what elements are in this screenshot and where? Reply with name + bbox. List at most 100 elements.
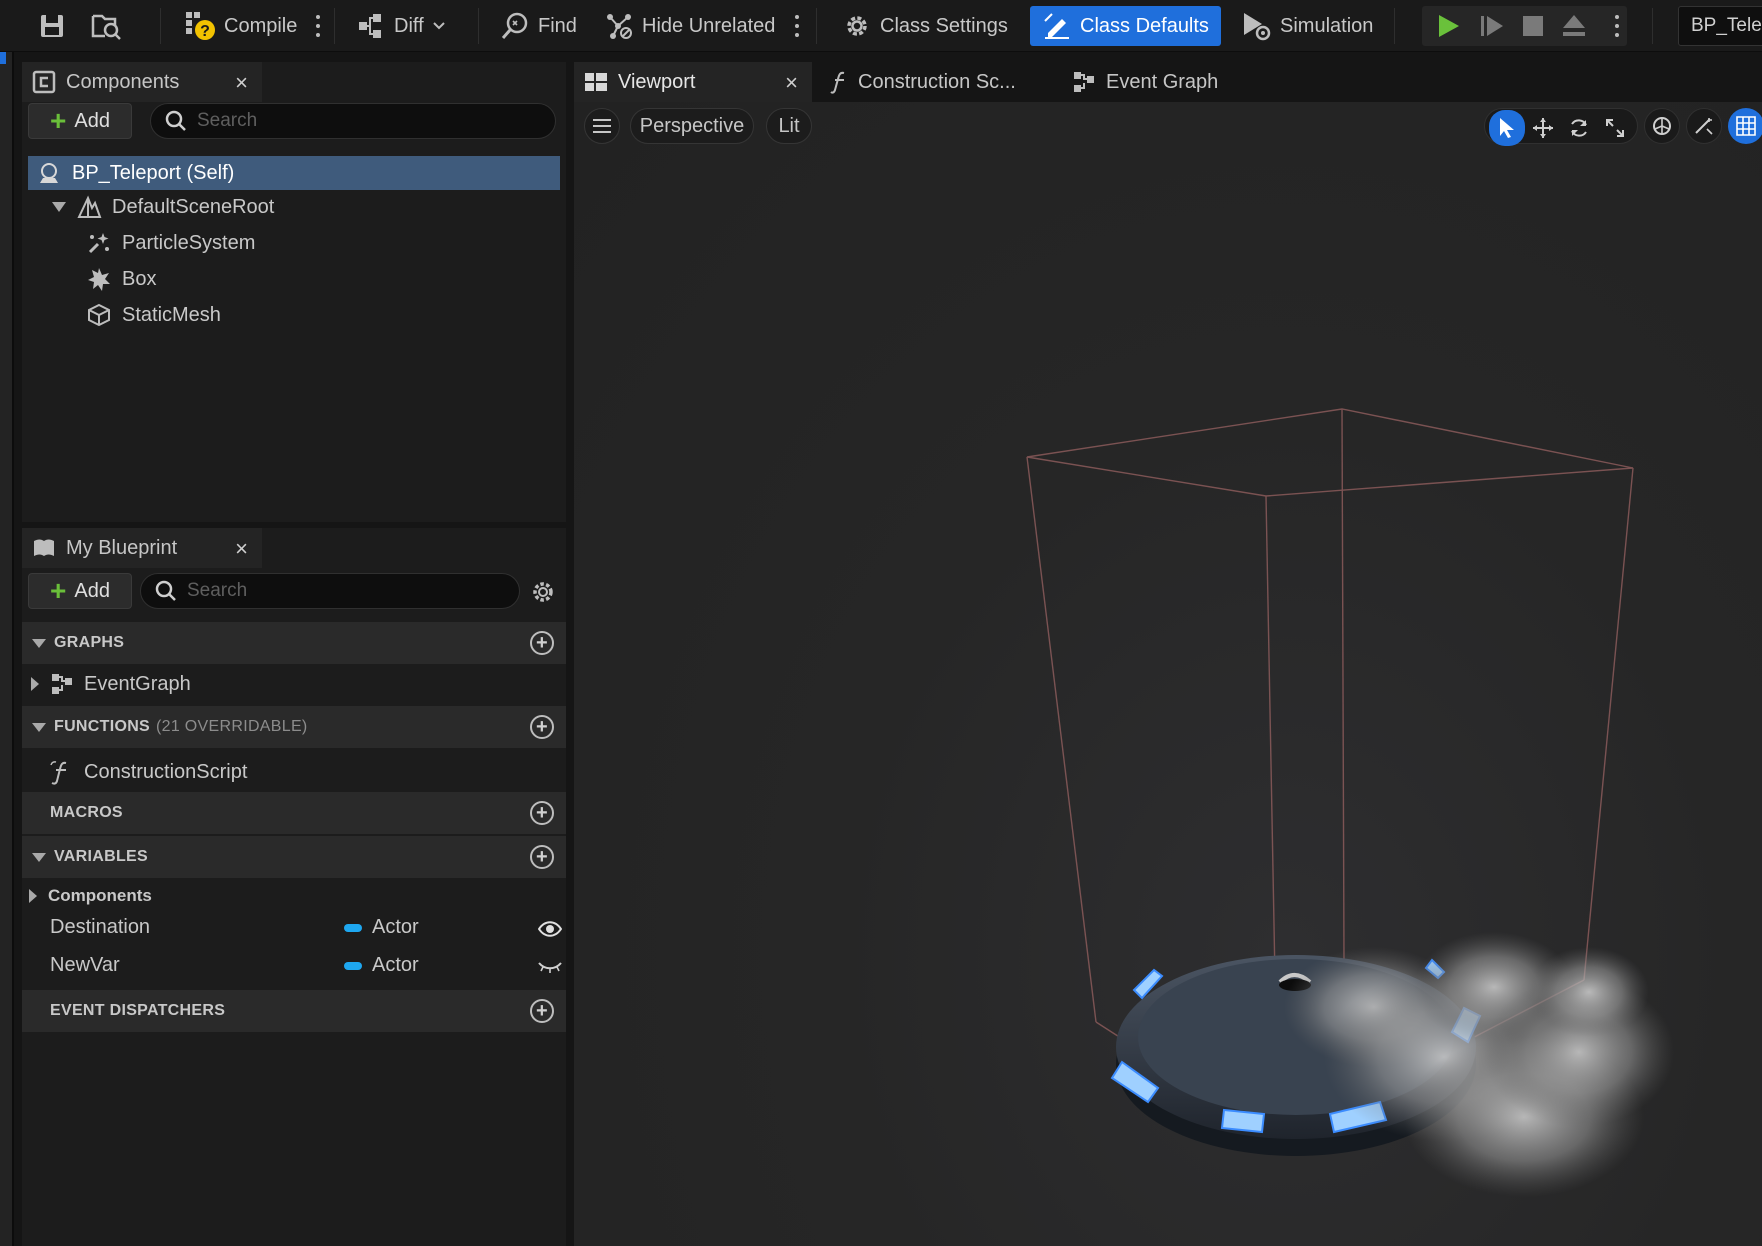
section-graphs[interactable]: GRAPHS +	[22, 622, 566, 664]
play-button[interactable]	[1434, 6, 1462, 46]
grid-icon	[1736, 116, 1756, 136]
section-functions[interactable]: FUNCTIONS (21 OVERRIDABLE) +	[22, 706, 566, 748]
tree-item-static-mesh[interactable]: StaticMesh	[86, 298, 221, 332]
section-functions-label: FUNCTIONS	[54, 718, 151, 735]
class-settings-button[interactable]: Class Settings	[842, 6, 1008, 46]
tab-components[interactable]: Components ×	[22, 62, 262, 102]
advance-frame-button[interactable]	[1478, 6, 1506, 46]
view-mode-button[interactable]: Lit	[766, 108, 812, 144]
variable-type: Actor	[344, 954, 419, 977]
stop-button[interactable]	[1520, 6, 1546, 46]
tree-item-particle-system[interactable]: ParticleSystem	[86, 226, 255, 260]
hide-unrelated-options-button[interactable]	[792, 12, 802, 40]
grid-snap-button[interactable]	[1728, 108, 1762, 144]
tab-my-blueprint[interactable]: My Blueprint ×	[22, 528, 262, 568]
tree-item-self[interactable]: BP_Teleport (Self)	[28, 156, 560, 190]
scale-tool-button[interactable]	[1597, 110, 1633, 146]
static-mesh-icon	[88, 303, 110, 327]
add-event-dispatcher-icon[interactable]: +	[530, 999, 554, 1023]
variable-row-destination[interactable]: Destination Actor	[22, 910, 566, 948]
left-edge-strip	[0, 52, 14, 1246]
section-functions-sub: (21 OVERRIDABLE)	[156, 718, 308, 735]
chevron-down-icon	[432, 22, 445, 30]
expand-arrow-icon[interactable]	[28, 889, 38, 903]
variable-category-components[interactable]: Components	[28, 882, 152, 910]
surface-snapping-button[interactable]	[1686, 108, 1722, 144]
stop-icon	[1523, 16, 1543, 36]
hide-unrelated-button[interactable]: Hide Unrelated	[604, 6, 775, 46]
function-icon	[830, 71, 845, 94]
add-macro-icon[interactable]: +	[530, 801, 554, 825]
browse-button[interactable]	[90, 6, 122, 46]
edit-defaults-icon	[1044, 13, 1069, 39]
compile-button[interactable]: ? Compile	[184, 6, 297, 46]
my-blueprint-search-input[interactable]	[140, 573, 520, 609]
add-variable-icon[interactable]: +	[530, 845, 554, 869]
section-variables-label: VARIABLES	[54, 848, 148, 865]
book-icon	[34, 539, 54, 556]
viewport-canvas[interactable]: Perspective Lit	[574, 102, 1762, 1246]
find-label: Find	[538, 14, 577, 37]
add-blueprint-item-label: Add	[74, 579, 110, 602]
section-event-dispatchers[interactable]: EVENT DISPATCHERS +	[22, 990, 566, 1032]
function-item-constructionscript[interactable]: ConstructionScript	[50, 756, 247, 788]
close-icon[interactable]: ×	[785, 70, 798, 96]
coordinate-space-button[interactable]	[1644, 108, 1680, 144]
tree-item-default-scene-root[interactable]: DefaultSceneRoot	[52, 190, 274, 224]
play-options-button[interactable]	[1612, 12, 1622, 40]
tab-event-graph[interactable]: Event Graph	[1062, 62, 1262, 102]
tree-item-box[interactable]: Box	[86, 262, 156, 296]
add-graph-icon[interactable]: +	[530, 631, 554, 655]
perspective-button[interactable]: Perspective	[630, 108, 754, 144]
browse-folder-icon	[91, 14, 121, 40]
event-graph-tab-label: Event Graph	[1106, 70, 1219, 93]
hide-unrelated-icon	[607, 14, 632, 39]
debug-object-selector[interactable]: BP_Tele	[1678, 6, 1762, 46]
components-search-field[interactable]	[197, 110, 509, 132]
collapse-arrow-icon	[32, 722, 46, 732]
graph-item-eventgraph[interactable]: EventGraph	[30, 668, 191, 700]
save-button[interactable]	[38, 6, 66, 46]
compile-options-button[interactable]	[313, 12, 323, 40]
eye-open-icon[interactable]	[538, 920, 562, 938]
simulation-label: Simulation	[1280, 14, 1374, 37]
gear-icon	[533, 582, 553, 602]
find-button[interactable]: Find	[500, 6, 577, 46]
variable-row-newvar[interactable]: NewVar Actor	[22, 948, 566, 986]
rotate-tool-button[interactable]	[1561, 110, 1597, 146]
eye-closed-icon[interactable]	[538, 960, 562, 974]
variable-category-label: Components	[48, 886, 152, 905]
search-icon	[155, 580, 176, 601]
gear-icon	[847, 16, 867, 36]
tab-construction-script[interactable]: Construction Sc...	[820, 62, 1050, 102]
diff-button[interactable]: Diff	[356, 6, 446, 46]
section-macros[interactable]: MACROS +	[22, 792, 566, 834]
components-icon	[32, 70, 56, 94]
settings-button[interactable]	[530, 579, 556, 610]
translate-tool-button[interactable]	[1525, 110, 1561, 146]
eject-button[interactable]	[1560, 6, 1588, 46]
components-search-input[interactable]	[150, 103, 556, 139]
compile-label: Compile	[224, 14, 298, 37]
simulation-button[interactable]: Simulation	[1240, 6, 1373, 46]
select-tool-button[interactable]	[1489, 110, 1525, 146]
expand-arrow-icon[interactable]	[52, 201, 66, 213]
perspective-label: Perspective	[639, 114, 745, 137]
section-macros-label: MACROS	[50, 804, 123, 821]
close-icon[interactable]: ×	[235, 70, 248, 96]
transform-toolbar	[1484, 108, 1762, 146]
tab-viewport[interactable]: Viewport ×	[574, 62, 812, 102]
add-blueprint-item-button[interactable]: + Add	[28, 573, 132, 609]
components-tab-label: Components	[66, 70, 180, 93]
collapse-arrow-icon	[32, 638, 46, 648]
play-icon	[1439, 15, 1459, 37]
section-variables[interactable]: VARIABLES +	[22, 836, 566, 878]
tree-item-label: ParticleSystem	[122, 231, 256, 254]
my-blueprint-search-field[interactable]	[187, 580, 479, 602]
add-function-icon[interactable]: +	[530, 715, 554, 739]
add-component-button[interactable]: + Add	[28, 103, 132, 139]
expand-arrow-icon[interactable]	[30, 677, 40, 691]
viewport-options-button[interactable]	[584, 108, 620, 144]
class-defaults-button[interactable]: Class Defaults	[1030, 6, 1221, 46]
close-icon[interactable]: ×	[235, 536, 248, 562]
